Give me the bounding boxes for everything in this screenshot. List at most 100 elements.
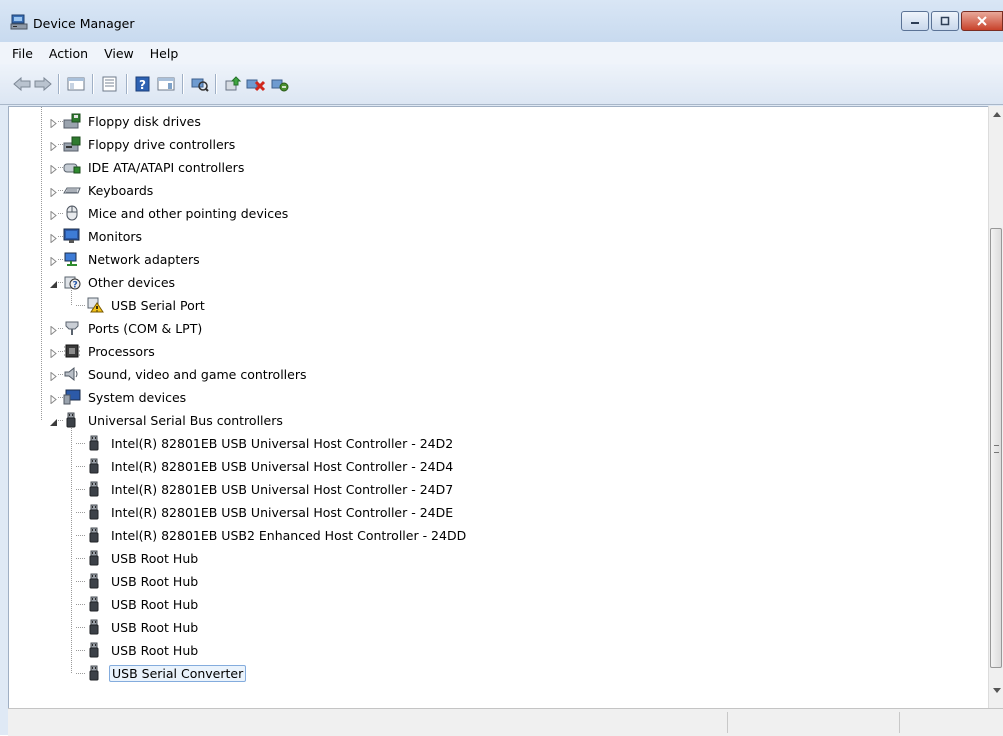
collapsed-triangle-icon[interactable]: [49, 347, 58, 359]
tree-category[interactable]: Keyboards: [50, 179, 155, 201]
scroll-down-button[interactable]: [989, 682, 1003, 698]
collapsed-triangle-icon[interactable]: [49, 163, 58, 175]
unknown-device-icon: ?: [63, 274, 81, 291]
tree-item-label: Intel(R) 82801EB USB2 Enhanced Host Cont…: [111, 527, 467, 543]
tree-device[interactable]: USB Root Hub: [76, 639, 200, 661]
properties-button[interactable]: [100, 74, 120, 94]
tree-device[interactable]: USB Root Hub: [76, 570, 200, 592]
expanded-triangle-icon[interactable]: [49, 416, 58, 426]
port-icon: [63, 320, 81, 336]
tree-device[interactable]: USB Root Hub: [76, 593, 200, 615]
tree-device[interactable]: USB Root Hub: [76, 616, 200, 638]
speaker-icon: [63, 366, 81, 382]
collapsed-triangle-icon[interactable]: [49, 140, 58, 152]
tree-device[interactable]: Intel(R) 82801EB USB Universal Host Cont…: [76, 478, 455, 500]
scan-for-hardware-changes-button[interactable]: [190, 74, 210, 94]
usb-icon: [86, 481, 104, 497]
update-driver-button[interactable]: [223, 74, 243, 94]
menu-action[interactable]: Action: [41, 46, 96, 61]
tree-category[interactable]: System devices: [50, 386, 188, 408]
back-button[interactable]: [12, 74, 32, 94]
usb-icon: [86, 619, 104, 635]
scrollbar-thumb[interactable]: [990, 228, 1002, 668]
menu-file[interactable]: File: [0, 46, 41, 61]
back-icon: [13, 76, 31, 92]
vertical-scrollbar[interactable]: [988, 106, 1003, 711]
tree-category[interactable]: Universal Serial Bus controllers: [50, 409, 285, 431]
tree-item-label: Other devices: [88, 274, 176, 290]
collapsed-triangle-icon[interactable]: [49, 186, 58, 198]
tree-category[interactable]: Floppy drive controllers: [50, 133, 237, 155]
help-icon: ?: [135, 76, 150, 92]
properties-icon: [102, 76, 117, 92]
forward-button[interactable]: [33, 74, 53, 94]
tree-category[interactable]: Network adapters: [50, 248, 202, 270]
maximize-button[interactable]: [931, 11, 959, 31]
chevron-up-icon: [992, 111, 1001, 117]
scan-hardware-icon: [191, 78, 209, 92]
ide-controller-icon: [63, 159, 81, 175]
help-button[interactable]: ?: [133, 74, 153, 94]
tree-category[interactable]: Floppy disk drives: [50, 110, 203, 132]
tree-category[interactable]: Processors: [50, 340, 157, 362]
close-button[interactable]: [961, 11, 1003, 31]
disable-device-button[interactable]: [246, 74, 266, 94]
tree-item-label: Intel(R) 82801EB USB Universal Host Cont…: [111, 458, 454, 474]
tree-category[interactable]: Sound, video and game controllers: [50, 363, 309, 385]
collapsed-triangle-icon[interactable]: [49, 232, 58, 244]
collapsed-triangle-icon[interactable]: [49, 324, 58, 336]
minimize-button[interactable]: [901, 11, 929, 31]
update-driver-icon: [225, 76, 242, 91]
tree-item-label: Intel(R) 82801EB USB Universal Host Cont…: [111, 504, 454, 520]
tree-device[interactable]: Intel(R) 82801EB USB Universal Host Cont…: [76, 455, 455, 477]
device-tree[interactable]: Floppy disk drives Floppy drive controlle…: [8, 106, 990, 711]
collapsed-triangle-icon[interactable]: [49, 255, 58, 267]
collapsed-triangle-icon[interactable]: [49, 370, 58, 382]
tree-device[interactable]: Intel(R) 82801EB USB Universal Host Cont…: [76, 432, 455, 454]
close-icon: [977, 16, 987, 26]
window-controls: [901, 11, 1003, 35]
menu-help[interactable]: Help: [142, 46, 187, 61]
tree-device[interactable]: Intel(R) 82801EB USB2 Enhanced Host Cont…: [76, 524, 468, 546]
tree-item-label: Floppy drive controllers: [88, 136, 236, 152]
action-pane-button[interactable]: [156, 74, 176, 94]
menu-view[interactable]: View: [96, 46, 142, 61]
usb-icon: [86, 665, 104, 681]
collapsed-triangle-icon[interactable]: [49, 209, 58, 221]
device-manager-app-icon: [10, 14, 28, 30]
collapsed-triangle-icon[interactable]: [49, 393, 58, 405]
tree-category[interactable]: Mice and other pointing devices: [50, 202, 290, 224]
uninstall-device-button[interactable]: [270, 74, 290, 94]
tree-category[interactable]: ? Other devices: [50, 271, 177, 293]
usb-icon: [63, 412, 81, 428]
tree-device[interactable]: Intel(R) 82801EB USB Universal Host Cont…: [76, 501, 455, 523]
toolbar: ?: [0, 64, 1003, 105]
usb-icon: [86, 596, 104, 612]
maximize-icon: [940, 16, 950, 26]
show-hide-console-tree-button[interactable]: [66, 74, 86, 94]
forward-icon: [34, 76, 52, 92]
action-pane-icon: [157, 77, 175, 91]
system-devices-icon: [63, 389, 81, 405]
expanded-triangle-icon[interactable]: [49, 278, 58, 288]
properties-console-icon: [67, 77, 85, 91]
title-bar[interactable]: Device Manager: [0, 0, 1003, 42]
tree-category[interactable]: Ports (COM & LPT): [50, 317, 204, 339]
tree-category[interactable]: Monitors: [50, 225, 144, 247]
tree-item-label: Floppy disk drives: [88, 113, 201, 129]
tree-device[interactable]: USB Serial Port: [76, 294, 207, 316]
usb-icon: [86, 550, 104, 566]
usb-icon: [86, 504, 104, 520]
device-manager-window: Device Manager File Action View Help ? F…: [0, 0, 1003, 736]
tree-item-label: USB Serial Converter: [109, 664, 247, 682]
tree-category[interactable]: IDE ATA/ATAPI controllers: [50, 156, 246, 178]
tree-item-label: Monitors: [88, 228, 143, 244]
tree-device[interactable]: USB Serial Converter: [76, 662, 247, 684]
collapsed-triangle-icon[interactable]: [49, 117, 58, 129]
tree-item-label: Mice and other pointing devices: [88, 205, 289, 221]
tree-device[interactable]: USB Root Hub: [76, 547, 200, 569]
tree-item-label: Ports (COM & LPT): [88, 320, 203, 336]
scroll-up-button[interactable]: [989, 106, 1003, 122]
tree-item-label: IDE ATA/ATAPI controllers: [88, 159, 245, 175]
tree-item-label: Sound, video and game controllers: [88, 366, 307, 382]
